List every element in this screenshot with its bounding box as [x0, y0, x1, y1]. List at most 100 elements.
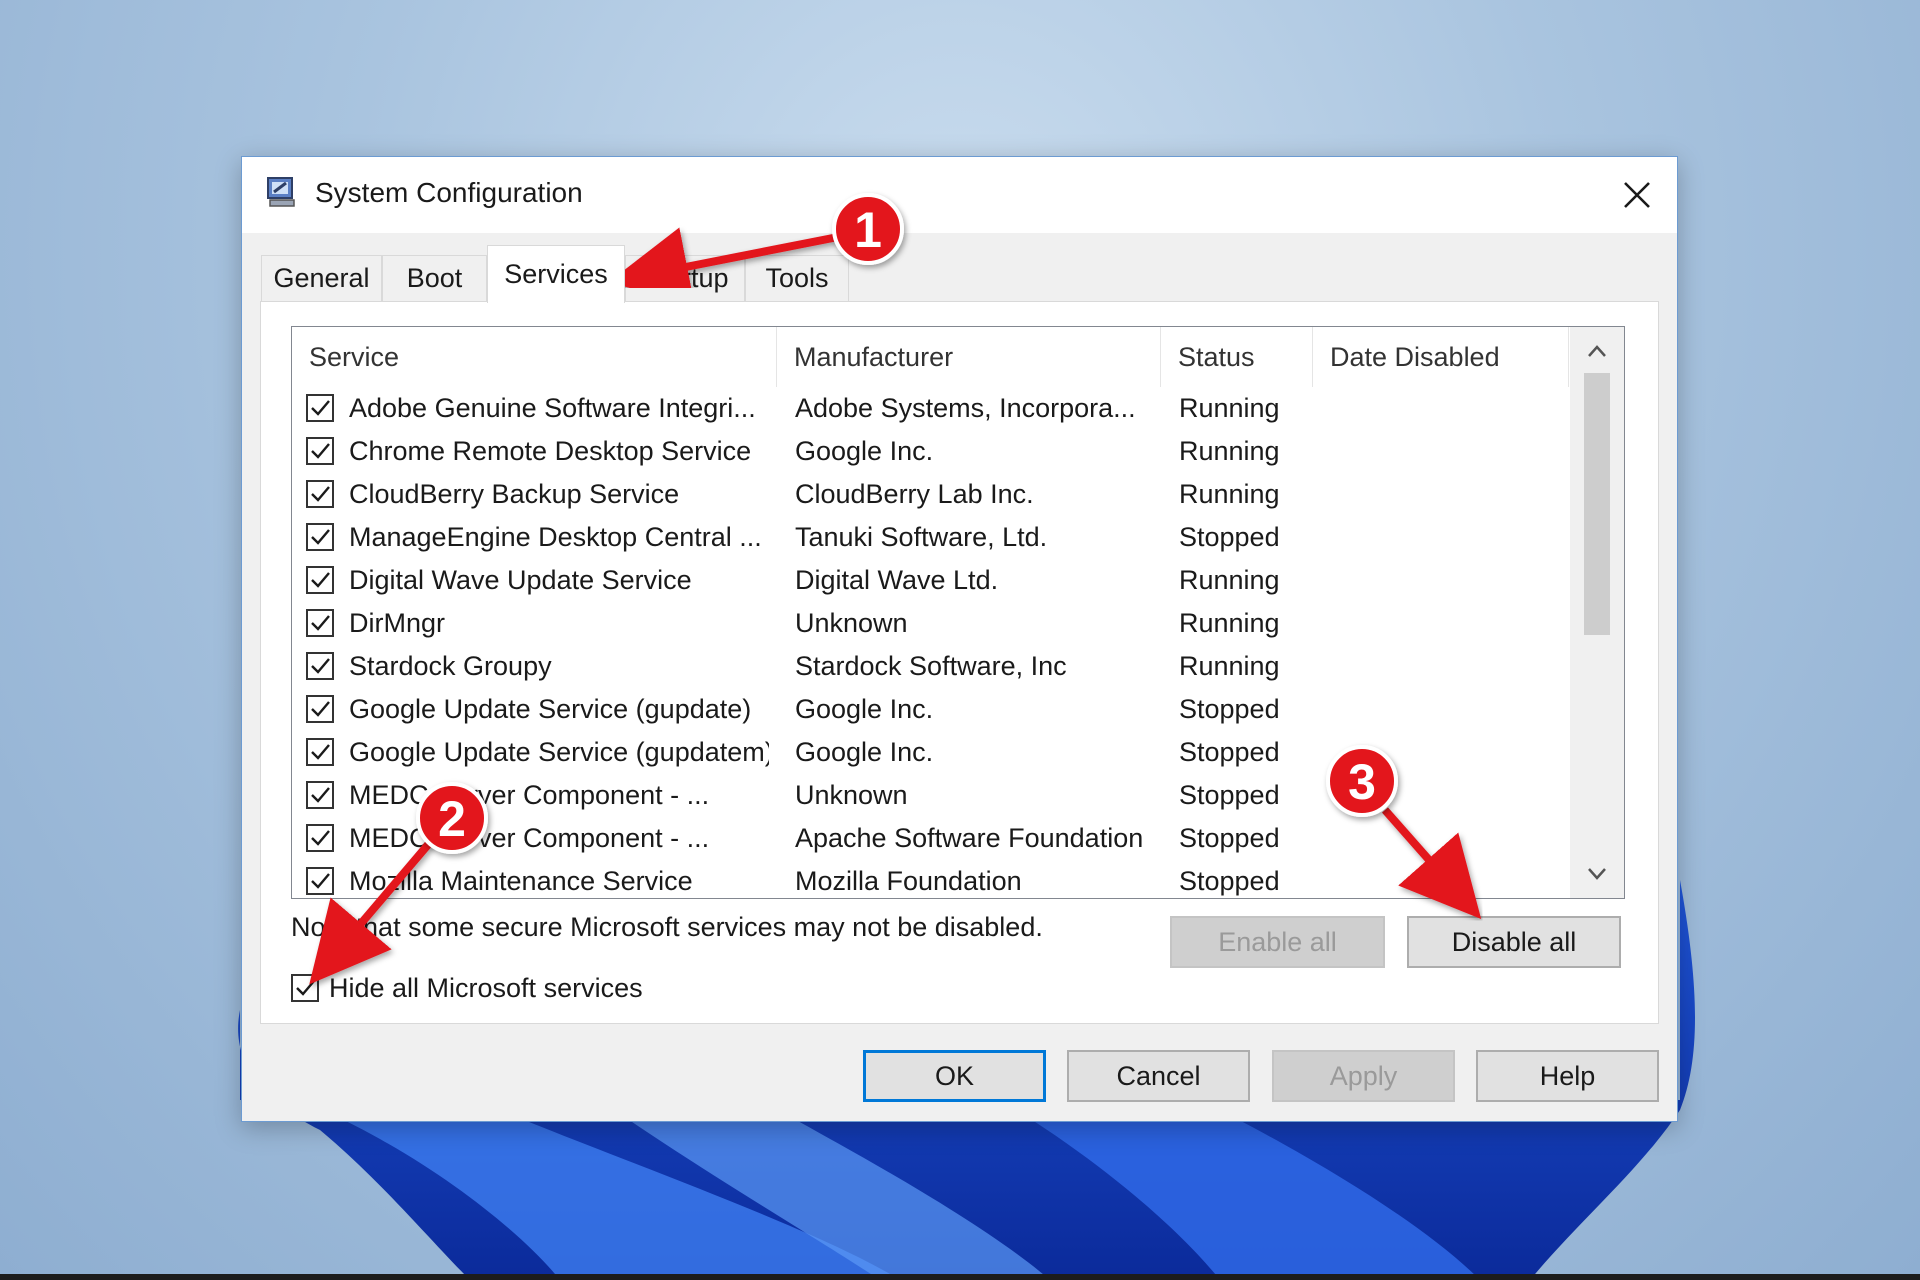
table-row[interactable]: DirMngr Unknown Running: [292, 602, 1570, 645]
tab-tools[interactable]: Tools: [745, 255, 849, 301]
list-header: Service Manufacturer Status Date Disable…: [292, 327, 1570, 387]
service-checkbox[interactable]: [306, 609, 334, 637]
column-date-disabled-label: Date Disabled: [1330, 341, 1500, 372]
scroll-up-arrow[interactable]: [1570, 331, 1624, 371]
service-manufacturer: Adobe Systems, Incorpora...: [795, 393, 1136, 423]
checkmark-icon: [296, 980, 315, 996]
checkmark-icon: [311, 744, 330, 760]
service-date-disabled: [1331, 688, 1561, 731]
service-manufacturer: Stardock Software, Inc: [795, 651, 1067, 681]
service-status: Running: [1179, 393, 1280, 423]
cancel-label: Cancel: [1116, 1060, 1201, 1091]
column-manufacturer[interactable]: Manufacturer: [777, 327, 1161, 387]
service-date-disabled: [1331, 602, 1561, 645]
note-text: Note that some secure Microsoft services…: [291, 912, 1043, 942]
service-checkbox[interactable]: [306, 695, 334, 723]
column-service[interactable]: Service: [292, 327, 777, 387]
service-status: Running: [1179, 565, 1280, 595]
help-button[interactable]: Help: [1476, 1050, 1659, 1102]
tab-general-label: General: [273, 263, 370, 293]
service-name: ManageEngine Desktop Central ...: [349, 522, 762, 552]
service-checkbox[interactable]: [306, 394, 334, 422]
help-label: Help: [1539, 1060, 1596, 1091]
service-date-disabled: [1331, 731, 1561, 774]
service-manufacturer: Unknown: [795, 608, 908, 638]
cancel-button[interactable]: Cancel: [1067, 1050, 1250, 1102]
service-checkbox[interactable]: [306, 867, 334, 895]
checkmark-icon: [311, 400, 330, 416]
close-button[interactable]: [1597, 157, 1677, 233]
system-configuration-window: System Configuration General Boot Servic…: [241, 156, 1678, 1122]
service-status: Stopped: [1179, 694, 1280, 724]
enable-all-button[interactable]: Enable all: [1170, 916, 1385, 968]
scroll-thumb[interactable]: [1584, 373, 1610, 635]
table-row[interactable]: Google Update Service (gupdate) Google In…: [292, 688, 1570, 731]
service-name: MEDC Server Component - ...: [349, 780, 710, 810]
tab-startup[interactable]: Startup: [625, 255, 745, 301]
service-name: Chrome Remote Desktop Service: [349, 436, 752, 466]
service-checkbox[interactable]: [306, 523, 334, 551]
column-status-label: Status: [1178, 341, 1255, 372]
service-name: MEDC Server Component - ...: [349, 823, 710, 853]
tab-services[interactable]: Services: [487, 245, 625, 303]
disable-all-button[interactable]: Disable all: [1407, 916, 1621, 968]
service-status: Running: [1179, 436, 1280, 466]
tab-general[interactable]: General: [261, 255, 382, 301]
tab-startup-label: Startup: [641, 263, 729, 293]
service-status: Stopped: [1179, 780, 1280, 810]
checkmark-icon: [311, 787, 330, 803]
service-checkbox[interactable]: [306, 652, 334, 680]
service-checkbox[interactable]: [306, 738, 334, 766]
service-checkbox[interactable]: [306, 480, 334, 508]
vertical-scrollbar[interactable]: [1570, 327, 1624, 898]
service-manufacturer: Apache Software Foundation: [795, 823, 1144, 853]
column-date-disabled[interactable]: Date Disabled: [1313, 327, 1569, 387]
service-date-disabled: [1331, 645, 1561, 688]
service-checkbox[interactable]: [306, 781, 334, 809]
tab-boot[interactable]: Boot: [382, 255, 487, 301]
service-status: Stopped: [1179, 823, 1280, 853]
table-row[interactable]: ManageEngine Desktop Central ... Tanuki S…: [292, 516, 1570, 559]
hide-microsoft-label: Hide all Microsoft services: [329, 973, 643, 1003]
service-name: Google Update Service (gupdate): [349, 694, 752, 724]
checkmark-icon: [311, 443, 330, 459]
column-status[interactable]: Status: [1161, 327, 1313, 387]
table-row[interactable]: MEDC Server Component - ... Apache Softwa…: [292, 817, 1570, 860]
table-row[interactable]: Chrome Remote Desktop Service Google Inc.…: [292, 430, 1570, 473]
service-name: Mozilla Maintenance Service: [349, 866, 693, 896]
table-row[interactable]: Google Update Service (gupdatem) Google I…: [292, 731, 1570, 774]
table-row[interactable]: Adobe Genuine Software Integri... Adobe S…: [292, 387, 1570, 430]
service-manufacturer: Google Inc.: [795, 737, 934, 767]
scroll-down-arrow[interactable]: [1570, 854, 1624, 894]
service-name: Stardock Groupy: [349, 651, 552, 681]
services-list[interactable]: Service Manufacturer Status Date Disable…: [291, 326, 1625, 899]
service-status: Stopped: [1179, 522, 1280, 552]
service-manufacturer: Mozilla Foundation: [795, 866, 1022, 896]
service-checkbox[interactable]: [306, 437, 334, 465]
table-row[interactable]: MEDC Server Component - ... Unknown Stoppe…: [292, 774, 1570, 817]
service-date-disabled: [1331, 860, 1561, 898]
tab-tools-label: Tools: [765, 263, 829, 293]
service-name: Digital Wave Update Service: [349, 565, 692, 595]
title-bar: System Configuration: [242, 157, 1677, 233]
column-manufacturer-label: Manufacturer: [794, 341, 954, 372]
checkmark-icon: [311, 830, 330, 846]
service-checkbox[interactable]: [306, 566, 334, 594]
ok-button[interactable]: OK: [863, 1050, 1046, 1102]
tab-services-label: Services: [504, 259, 608, 289]
service-status: Running: [1179, 651, 1280, 681]
table-row[interactable]: Stardock Groupy Stardock Software, Inc Run…: [292, 645, 1570, 688]
checkmark-icon: [311, 701, 330, 717]
services-panel: Service Manufacturer Status Date Disable…: [260, 301, 1659, 1024]
table-row[interactable]: CloudBerry Backup Service CloudBerry Lab …: [292, 473, 1570, 516]
service-manufacturer: CloudBerry Lab Inc.: [795, 479, 1034, 509]
apply-button[interactable]: Apply: [1272, 1050, 1455, 1102]
checkmark-icon: [311, 615, 330, 631]
table-row[interactable]: Mozilla Maintenance Service Mozilla Found…: [292, 860, 1570, 898]
service-manufacturer: Unknown: [795, 780, 908, 810]
service-checkbox[interactable]: [306, 824, 334, 852]
hide-microsoft-checkbox[interactable]: [291, 974, 319, 1002]
table-row[interactable]: Digital Wave Update Service Digital Wave …: [292, 559, 1570, 602]
enable-all-label: Enable all: [1218, 926, 1337, 957]
service-manufacturer: Google Inc.: [795, 694, 934, 724]
